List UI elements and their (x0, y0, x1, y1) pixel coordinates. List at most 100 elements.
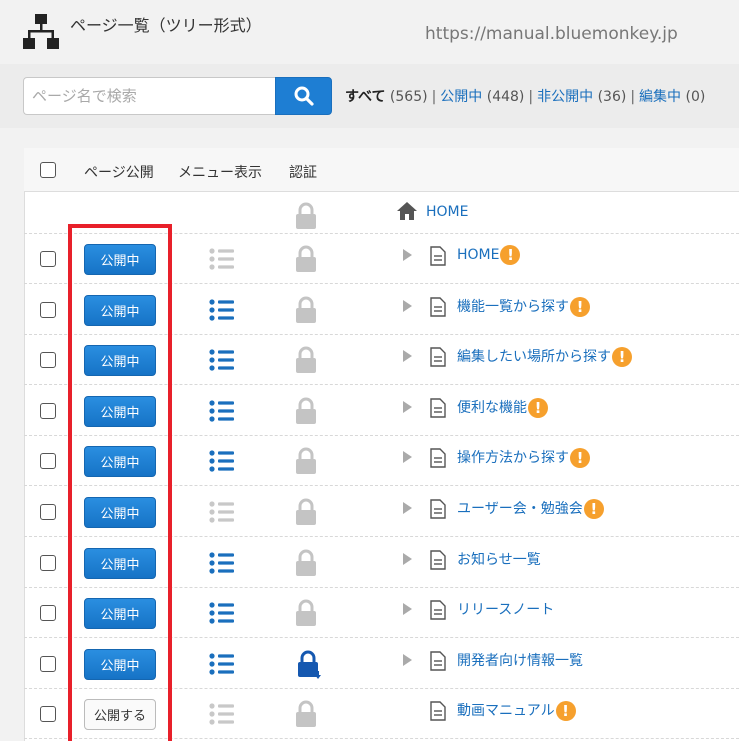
menu-visibility-icon[interactable] (209, 653, 235, 675)
expand-arrow-icon[interactable] (401, 299, 413, 313)
row-checkbox[interactable] (40, 403, 56, 419)
published-button[interactable]: 公開中 (84, 345, 156, 376)
published-button[interactable]: 公開中 (84, 497, 156, 528)
menu-visibility-icon[interactable] (209, 602, 235, 624)
page-title-link[interactable]: 編集したい場所から探す! (457, 346, 632, 367)
published-button[interactable]: 公開中 (84, 446, 156, 477)
menu-visibility-icon[interactable] (209, 501, 235, 523)
lock-icon[interactable] (294, 295, 318, 325)
home-root-link[interactable]: HOME (426, 204, 468, 220)
published-button[interactable]: 公開中 (84, 598, 156, 629)
lock-icon[interactable] (294, 497, 318, 527)
home-icon (397, 202, 417, 220)
page-title-text[interactable]: 便利な機能 (457, 400, 527, 416)
page-title-link[interactable]: ユーザー会・勉強会! (457, 498, 604, 519)
page-icon (430, 398, 446, 418)
page-title-link[interactable]: お知らせ一覧 (457, 549, 541, 569)
page-title-link[interactable]: 動画マニュアル! (457, 700, 576, 721)
row-checkbox[interactable] (40, 251, 56, 267)
filter-editing[interactable]: 編集中 (639, 89, 681, 105)
menu-visibility-icon[interactable] (209, 450, 235, 472)
expand-arrow-icon[interactable] (401, 450, 413, 464)
published-button[interactable]: 公開中 (84, 548, 156, 579)
warning-icon: ! (555, 701, 576, 721)
select-all-checkbox[interactable] (40, 162, 56, 178)
page-icon (430, 600, 446, 620)
published-button[interactable]: 公開中 (84, 295, 156, 326)
page-title-text[interactable]: 編集したい場所から探す (457, 349, 611, 365)
menu-visibility-icon[interactable] (209, 400, 235, 422)
expand-arrow-icon[interactable] (401, 501, 413, 515)
search-input[interactable] (23, 77, 276, 115)
sitemap-icon (23, 14, 59, 49)
page-title-link[interactable]: 操作方法から探す! (457, 447, 590, 468)
published-button[interactable]: 公開中 (84, 396, 156, 427)
publish-button[interactable]: 公開する (84, 699, 156, 730)
warning-icon: ! (570, 297, 590, 317)
expand-arrow-icon[interactable] (401, 400, 413, 414)
lock-icon[interactable] (294, 345, 318, 375)
lock-icon[interactable] (294, 446, 318, 476)
expand-arrow-icon[interactable] (401, 248, 413, 262)
expand-arrow-icon[interactable] (401, 602, 413, 616)
menu-visibility-icon[interactable] (209, 349, 235, 371)
filter-editing-count: (0) (685, 89, 706, 105)
filter-all[interactable]: すべて (345, 89, 385, 105)
page-icon (430, 701, 446, 721)
published-button[interactable]: 公開中 (84, 244, 156, 275)
warning-icon: ! (583, 499, 604, 519)
lock-icon[interactable] (294, 598, 318, 628)
page-title-text[interactable]: リリースノート (457, 602, 554, 618)
warning-icon: ! (528, 398, 548, 418)
published-button[interactable]: 公開中 (84, 649, 156, 680)
row-checkbox[interactable] (40, 605, 56, 621)
lock-icon (296, 202, 316, 229)
expand-arrow-icon[interactable] (401, 653, 413, 667)
row-checkbox[interactable] (40, 504, 56, 520)
page-icon (430, 499, 446, 519)
page-title-text[interactable]: ユーザー会・勉強会 (457, 501, 583, 517)
filter-private[interactable]: 非公開中 (537, 89, 593, 105)
row-checkbox[interactable] (40, 656, 56, 672)
lock-icon[interactable] (294, 699, 318, 729)
page-title: ページ一覧（ツリー形式） (70, 16, 262, 35)
warning-icon: ! (612, 347, 632, 367)
menu-visibility-icon[interactable] (209, 299, 235, 321)
page-title-text[interactable]: 機能一覧から探す (457, 299, 569, 315)
status-filters: すべて (565) | 公開中 (448) | 非公開中 (36) | 編集中 (0) (345, 89, 706, 105)
page-title-text[interactable]: HOME (457, 247, 499, 263)
page-icon (430, 246, 446, 266)
page-title-link[interactable]: リリースノート (457, 599, 554, 619)
expand-arrow-icon[interactable] (401, 349, 413, 363)
page-icon (430, 448, 446, 468)
page-icon (430, 347, 446, 367)
menu-visibility-icon[interactable] (209, 552, 235, 574)
row-checkbox[interactable] (40, 706, 56, 722)
page-title-link[interactable]: HOME! (457, 245, 521, 265)
site-url: https://manual.bluemonkey.jp (425, 24, 678, 44)
filter-private-count: (36) (597, 89, 627, 105)
expand-arrow-icon[interactable] (401, 552, 413, 566)
page-title-link[interactable]: 開発者向け情報一覧 (457, 650, 583, 670)
page-title-text[interactable]: 開発者向け情報一覧 (457, 653, 583, 669)
page-title-text[interactable]: 操作方法から探す (457, 450, 569, 466)
page-title-text[interactable]: お知らせ一覧 (457, 552, 541, 568)
filter-public[interactable]: 公開中 (440, 89, 482, 105)
warning-icon: ! (500, 245, 521, 265)
filter-all-count: (565) (389, 89, 428, 105)
lock-icon[interactable] (294, 396, 318, 426)
page-title-link[interactable]: 機能一覧から探す! (457, 296, 590, 317)
page-title-link[interactable]: 便利な機能! (457, 397, 548, 418)
lock-icon[interactable] (294, 649, 324, 679)
menu-visibility-icon[interactable] (209, 703, 235, 725)
row-checkbox[interactable] (40, 352, 56, 368)
search-button[interactable] (275, 77, 332, 115)
menu-visibility-icon[interactable] (209, 248, 235, 270)
lock-icon[interactable] (294, 244, 318, 274)
page-title-text[interactable]: 動画マニュアル (457, 703, 555, 719)
row-checkbox[interactable] (40, 453, 56, 469)
page-icon (430, 297, 446, 317)
row-checkbox[interactable] (40, 302, 56, 318)
lock-icon[interactable] (294, 548, 318, 578)
row-checkbox[interactable] (40, 555, 56, 571)
